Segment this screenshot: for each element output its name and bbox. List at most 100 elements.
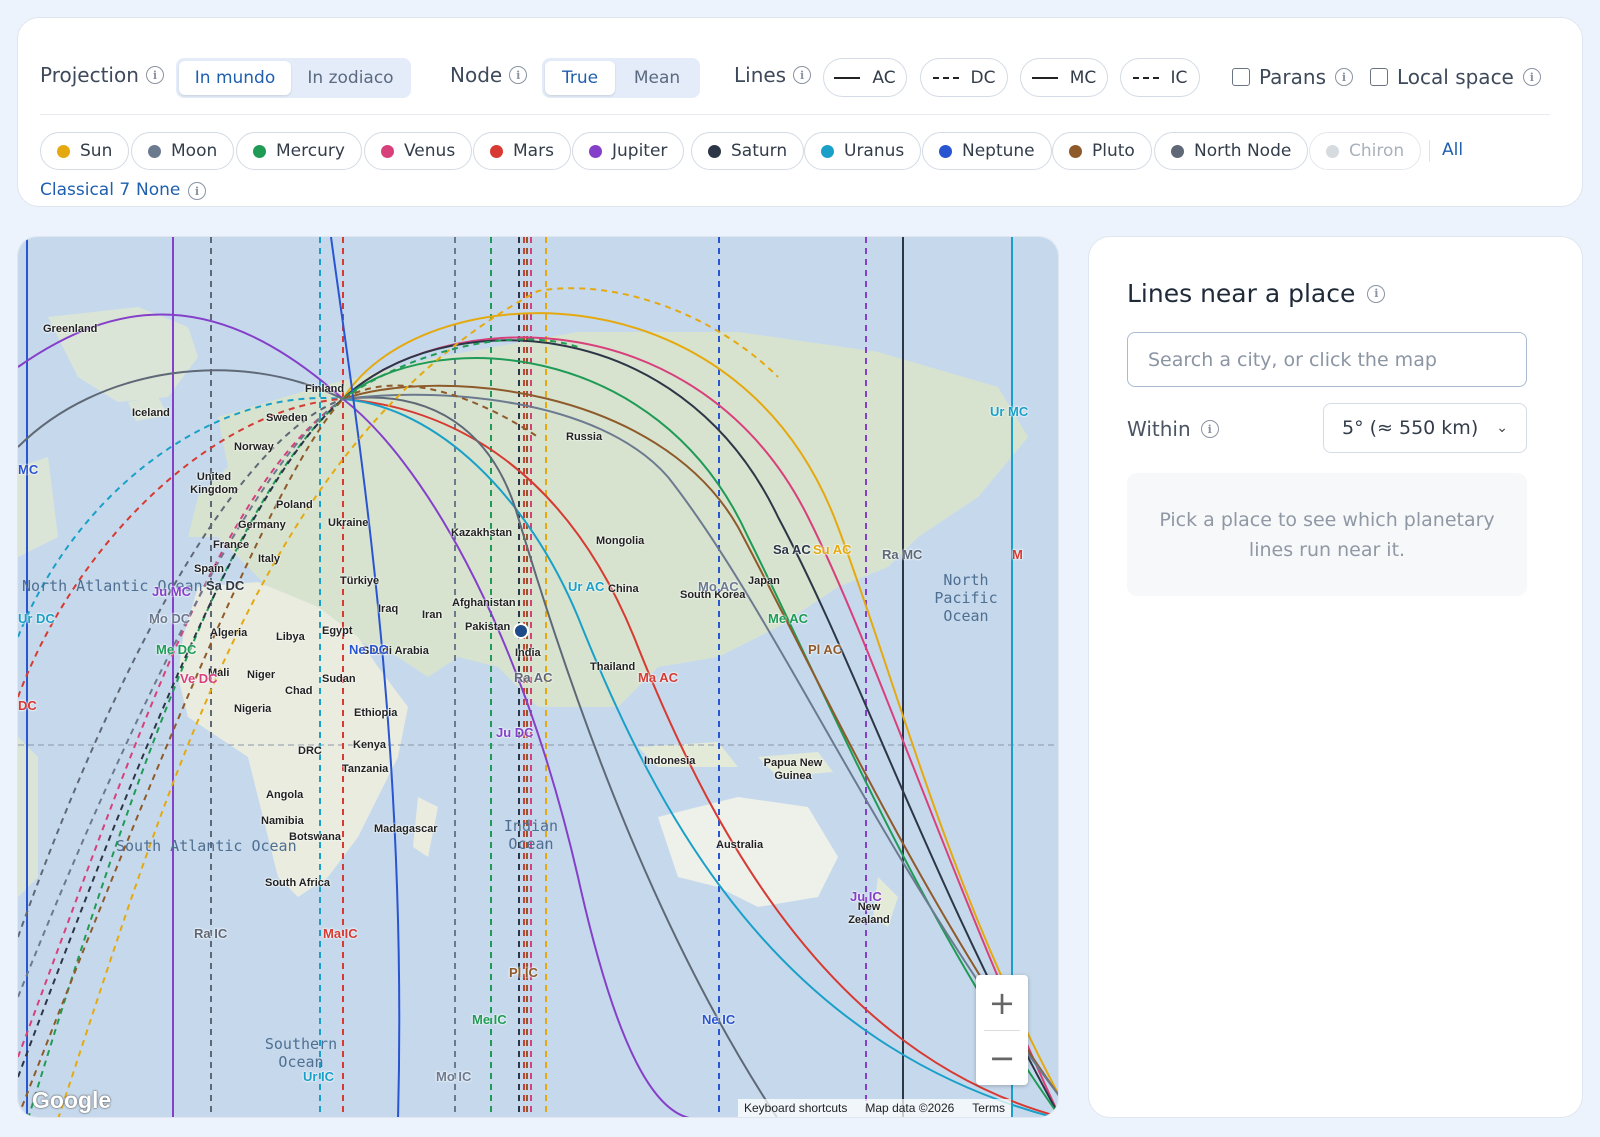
city-search-input[interactable]: Search a city, or click the map	[1127, 332, 1527, 387]
planet-saturn[interactable]: Saturn	[691, 132, 805, 170]
north-node-dot-icon	[1171, 144, 1184, 158]
within-label: Within i	[1127, 417, 1219, 441]
line-label: Ra IC	[194, 926, 228, 941]
place-label: Tanzania	[342, 763, 389, 775]
preset-none-link[interactable]: None	[136, 180, 180, 200]
ocean-label: North Atlantic Ocean	[22, 577, 203, 595]
line-label: M	[1012, 547, 1023, 562]
place-label: DRC	[298, 745, 322, 757]
planet-sun[interactable]: Sun	[40, 132, 130, 170]
neptune-dot-icon	[939, 144, 952, 158]
info-icon[interactable]: i	[793, 66, 812, 84]
planet-venus[interactable]: Venus	[364, 132, 473, 170]
line-label: Ra MC	[882, 547, 923, 562]
planet-neptune[interactable]: Neptune	[922, 132, 1052, 170]
place-label: Germany	[238, 519, 286, 531]
place-label: Russia	[566, 431, 603, 443]
info-icon[interactable]: i	[145, 66, 164, 84]
info-icon[interactable]: i	[509, 66, 528, 84]
place-label: Iran	[422, 609, 443, 621]
local-space-checkbox[interactable]: Local space i	[1370, 65, 1541, 89]
place-label: Thailand	[590, 661, 636, 673]
planet-moon[interactable]: Moon	[131, 132, 235, 170]
place-label: Algeria	[210, 627, 248, 639]
place-label: Türkiye	[340, 575, 380, 587]
jupiter-dot-icon	[589, 144, 602, 158]
preset-classical-link[interactable]: Classical 7	[40, 180, 130, 200]
line-label: Ur AC	[568, 579, 605, 594]
google-logo: Google	[32, 1087, 112, 1113]
info-icon[interactable]: i	[188, 182, 206, 200]
line-label: Ma IC	[323, 926, 358, 941]
line-label: Mo DC	[149, 611, 191, 626]
chiron-dot-icon	[1326, 144, 1339, 158]
line-ac-toggle[interactable]: AC	[823, 58, 907, 97]
planet-jupiter[interactable]: Jupiter	[572, 132, 685, 170]
solid-line-icon	[1031, 76, 1058, 79]
terms-link[interactable]: Terms	[972, 1101, 1005, 1115]
node-true[interactable]: True	[545, 61, 615, 95]
info-icon[interactable]: i	[1200, 420, 1219, 438]
place-label: Iceland	[132, 407, 170, 419]
line-label: Me AC	[768, 611, 808, 626]
ocean-label: North Pacific Ocean	[934, 571, 998, 625]
line-mc-toggle[interactable]: MC	[1020, 58, 1108, 97]
line-label: Ne DC	[349, 642, 389, 657]
mercury-dot-icon	[253, 144, 266, 158]
zoom-control: + −	[976, 975, 1028, 1085]
place-label: France	[213, 539, 250, 551]
divider	[1429, 140, 1430, 162]
zoom-out-button[interactable]: −	[976, 1030, 1028, 1085]
planet-chiron[interactable]: Chiron	[1309, 132, 1422, 170]
place-label: Pakistan	[465, 621, 511, 633]
place-label: Angola	[266, 789, 304, 801]
map-attribution: Keyboard shortcuts Map data ©2026 Terms	[738, 1099, 1011, 1117]
line-label: Pl AC	[808, 642, 843, 657]
info-icon[interactable]: i	[1367, 284, 1386, 303]
place-label: Ukraine	[328, 517, 369, 529]
place-label: Finland	[305, 383, 345, 395]
projection-label: Projection i	[40, 63, 164, 87]
place-label: Namibia	[261, 815, 304, 827]
ocean-label: Southern Ocean	[264, 1035, 338, 1071]
place-label: Libya	[276, 631, 305, 643]
line-label: Me IC	[472, 1012, 507, 1027]
parans-checkbox[interactable]: Parans i	[1232, 65, 1353, 89]
line-label: Ne IC	[702, 1012, 736, 1027]
place-label: New Zealand	[848, 901, 890, 926]
divider	[40, 114, 1550, 115]
info-icon[interactable]: i	[1335, 68, 1353, 86]
pluto-dot-icon	[1069, 144, 1082, 158]
line-ic-toggle[interactable]: IC	[1120, 58, 1200, 97]
keyboard-shortcuts-link[interactable]: Keyboard shortcuts	[744, 1101, 847, 1115]
map-data-link[interactable]: Map data ©2026	[865, 1101, 954, 1115]
lines-near-place-panel: Lines near a place i Search a city, or cl…	[1088, 236, 1583, 1118]
line-label: DC	[18, 698, 37, 713]
place-label: Iraq	[378, 603, 399, 615]
checkbox-icon[interactable]	[1232, 68, 1250, 86]
place-label: Norway	[234, 441, 274, 453]
within-select[interactable]: 5° (≈ 550 km) ⌄	[1323, 403, 1527, 453]
panel-title: Lines near a place i	[1127, 279, 1386, 308]
saturn-dot-icon	[708, 144, 721, 158]
info-icon[interactable]: i	[1522, 68, 1541, 86]
node-mean[interactable]: Mean	[617, 61, 697, 95]
birth-location-marker[interactable]	[513, 623, 529, 639]
projection-in-mundo[interactable]: In mundo	[179, 61, 291, 95]
planet-north-node[interactable]: North Node	[1154, 132, 1309, 170]
preset-all-link[interactable]: All	[1442, 140, 1463, 160]
planet-pluto[interactable]: Pluto	[1052, 132, 1152, 170]
astro-map[interactable]: Greenland Iceland Finland Sweden Norway …	[17, 236, 1059, 1118]
planet-uranus[interactable]: Uranus	[804, 132, 922, 170]
planet-mars[interactable]: Mars	[473, 132, 571, 170]
line-label: Ur IC	[303, 1069, 335, 1084]
moon-dot-icon	[148, 144, 161, 158]
checkbox-icon[interactable]	[1370, 68, 1388, 86]
line-label: Ra AC	[514, 670, 553, 685]
projection-in-zodiaco[interactable]: In zodiaco	[293, 61, 408, 95]
place-label: Greenland	[43, 323, 98, 335]
planet-mercury[interactable]: Mercury	[236, 132, 362, 170]
zoom-in-button[interactable]: +	[976, 975, 1028, 1030]
line-dc-toggle[interactable]: DC	[920, 58, 1008, 97]
line-label: Ju IC	[850, 889, 882, 904]
